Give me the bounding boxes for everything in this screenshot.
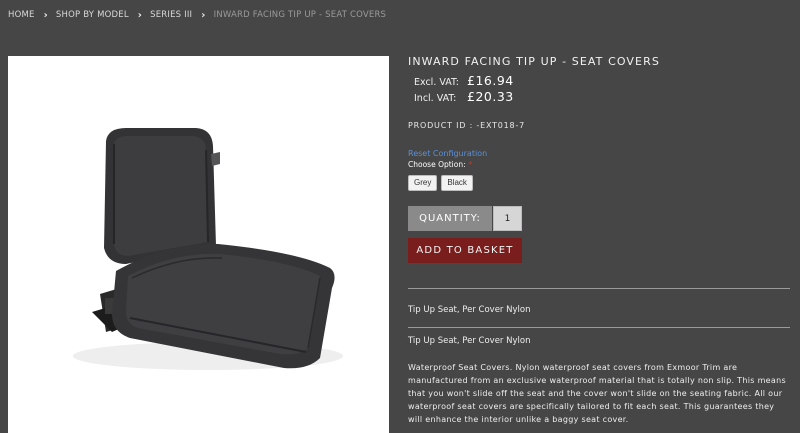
breadcrumb: HOME › SHOP BY MODEL › SERIES III › INWA… — [8, 9, 387, 22]
option-grey-button[interactable]: Grey — [408, 175, 438, 191]
option-black-button[interactable]: Black — [441, 175, 473, 191]
add-to-basket-button[interactable]: ADD TO BASKET — [408, 238, 522, 263]
price-excl-value: £16.94 — [467, 73, 514, 88]
long-description: Waterproof Seat Covers. Nylon waterproof… — [408, 363, 786, 424]
price-incl-label: Incl. VAT: — [414, 93, 457, 104]
short-description: Tip Up Seat, Per Cover Nylon — [408, 305, 531, 315]
seat-cover-photo — [73, 128, 343, 370]
chevron-right-icon: › — [43, 10, 48, 21]
chevron-right-icon: › — [201, 10, 206, 21]
breadcrumb-shop-by-model[interactable]: SHOP BY MODEL — [56, 10, 129, 20]
divider — [408, 288, 790, 289]
product-image[interactable] — [8, 56, 389, 433]
chevron-right-icon: › — [137, 10, 143, 21]
choose-option-label: Choose Option: * — [408, 160, 472, 169]
required-marker: * — [468, 160, 473, 169]
reset-configuration-link[interactable]: Reset Configuration — [408, 149, 487, 158]
choose-option-text: Choose Option: — [408, 160, 466, 169]
product-id: PRODUCT ID : -EXT018-7 — [408, 121, 526, 130]
quantity-label: QUANTITY: — [408, 206, 492, 231]
divider — [408, 327, 790, 328]
option-selector: Grey Black — [408, 175, 473, 191]
price-excl-vat: Excl. VAT: £16.94 — [414, 73, 514, 88]
short-description-2: Tip Up Seat, Per Cover Nylon — [408, 336, 531, 346]
price-incl-vat: Incl. VAT: £20.33 — [414, 89, 514, 104]
quantity-input[interactable] — [493, 206, 522, 231]
breadcrumb-home[interactable]: HOME — [8, 10, 35, 20]
breadcrumb-current: INWARD FACING TIP UP - SEAT COVERS — [213, 9, 387, 20]
breadcrumb-series-iii[interactable]: SERIES III — [150, 10, 192, 20]
price-excl-label: Excl. VAT: — [414, 77, 459, 88]
price-incl-value: £20.33 — [467, 89, 514, 104]
product-title: INWARD FACING TIP UP - SEAT COVERS — [408, 55, 660, 68]
